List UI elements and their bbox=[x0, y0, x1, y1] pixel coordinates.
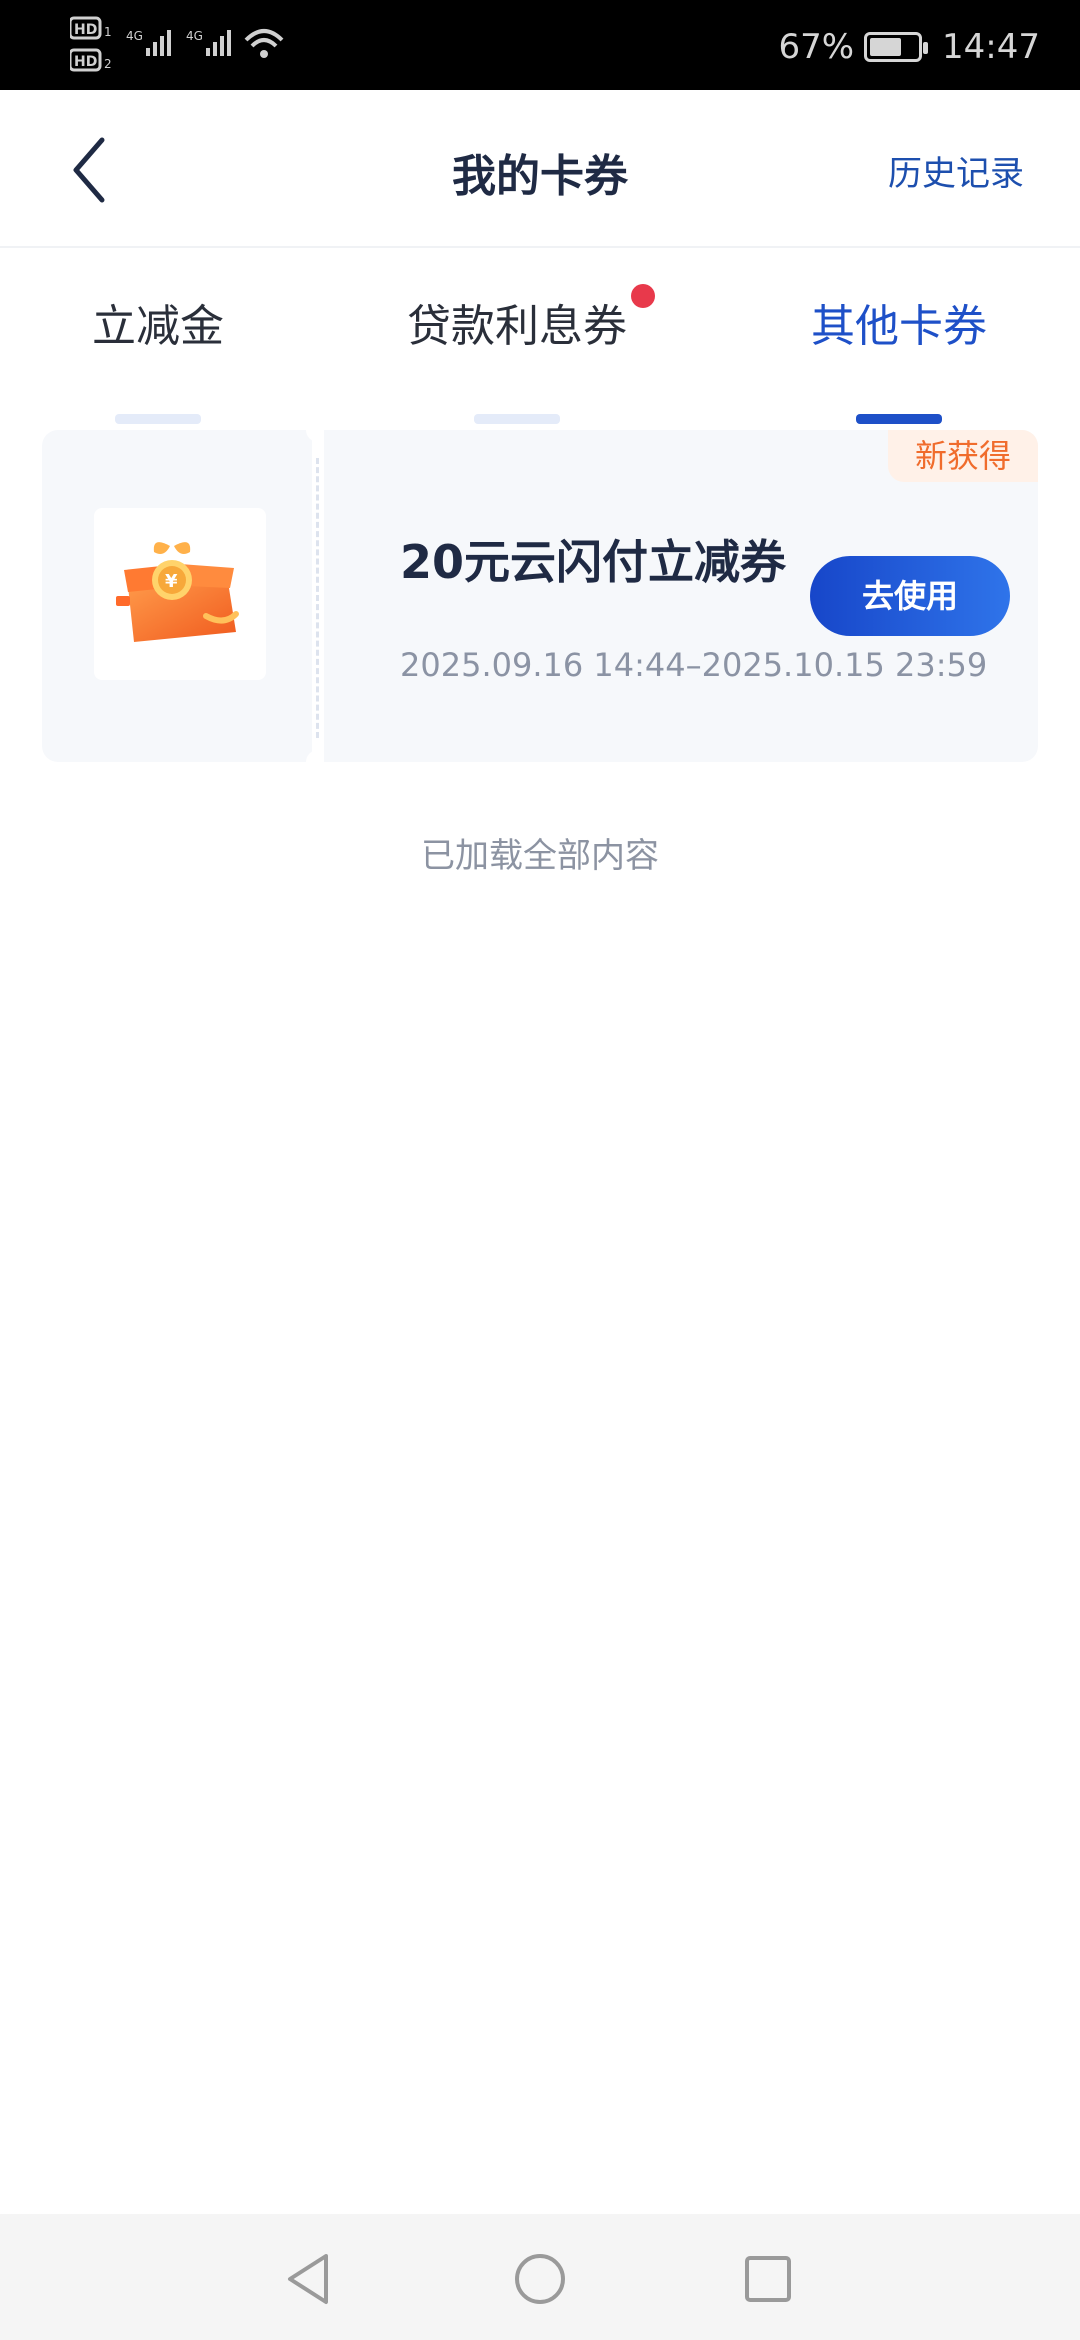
tab-instant-discount[interactable]: 立减金 bbox=[90, 290, 226, 424]
tab-indicator bbox=[115, 414, 201, 424]
network-icons: HD 1 HD 2 4G 4G bbox=[68, 16, 284, 72]
coupon-body: 新获得 20元云闪付立减券 2025.09.16 14:44–2025.10.1… bbox=[324, 430, 1038, 762]
tab-label: 其他卡券 bbox=[811, 301, 987, 352]
history-link[interactable]: 历史记录 bbox=[888, 146, 1024, 195]
nav-back-button[interactable] bbox=[276, 2244, 346, 2314]
notification-dot bbox=[631, 284, 655, 308]
recents-square-icon bbox=[745, 2256, 791, 2302]
all-loaded-text: 已加载全部内容 bbox=[421, 836, 659, 876]
use-coupon-button[interactable]: 去使用 bbox=[810, 556, 1010, 636]
svg-text:HD: HD bbox=[74, 54, 97, 70]
tab-label-text: 贷款利息券 bbox=[407, 301, 627, 352]
coupon-card[interactable]: ¥ 新获得 20元云闪付立减券 2025.09.16 14:44–2025.10… bbox=[42, 430, 1038, 762]
svg-text:2: 2 bbox=[104, 57, 112, 71]
back-triangle-icon bbox=[288, 2254, 328, 2304]
battery-icon bbox=[864, 32, 929, 62]
new-badge: 新获得 bbox=[888, 430, 1038, 482]
home-circle-icon bbox=[515, 2254, 565, 2304]
status-icons-right: 67% 14:47 bbox=[778, 22, 1040, 72]
top-app-bar: 我的卡券 历史记录 bbox=[0, 90, 1080, 248]
coupon-title: 20元云闪付立减券 bbox=[400, 535, 787, 589]
tab-label: 立减金 bbox=[92, 301, 224, 352]
coupon-left-stub: ¥ bbox=[42, 430, 312, 762]
tab-indicator bbox=[474, 414, 560, 424]
clock-time: 14:47 bbox=[942, 27, 1040, 67]
tab-bar: 立减金 贷款利息券 其他卡券 bbox=[0, 250, 1080, 424]
gift-box-icon: ¥ bbox=[116, 542, 239, 642]
nav-home-button[interactable] bbox=[505, 2244, 575, 2314]
svg-text:4G: 4G bbox=[186, 29, 203, 43]
coupon-validity: 2025.09.16 14:44–2025.10.15 23:59 bbox=[400, 646, 988, 684]
svg-text:4G: 4G bbox=[126, 29, 143, 43]
tab-label: 贷款利息券 bbox=[407, 284, 655, 354]
coupon-thumbnail: ¥ bbox=[94, 508, 266, 680]
tab-other-coupons[interactable]: 其他卡券 bbox=[808, 290, 990, 424]
tab-loan-interest-coupon[interactable]: 贷款利息券 bbox=[402, 284, 655, 424]
battery-fill bbox=[870, 38, 902, 56]
svg-text:1: 1 bbox=[104, 25, 112, 39]
tab-indicator-active bbox=[856, 414, 942, 424]
coupon-divider bbox=[316, 458, 319, 738]
nav-recents-button[interactable] bbox=[733, 2244, 803, 2314]
status-icons-left: HD 1 HD 2 4G 4G bbox=[68, 16, 290, 76]
svg-text:HD: HD bbox=[74, 22, 97, 38]
battery-percent: 67% bbox=[778, 27, 855, 67]
svg-text:¥: ¥ bbox=[165, 571, 178, 592]
system-navigation-bar bbox=[0, 2214, 1080, 2340]
status-bar: HD 1 HD 2 4G 4G 67% 14:47 bbox=[0, 0, 1080, 90]
